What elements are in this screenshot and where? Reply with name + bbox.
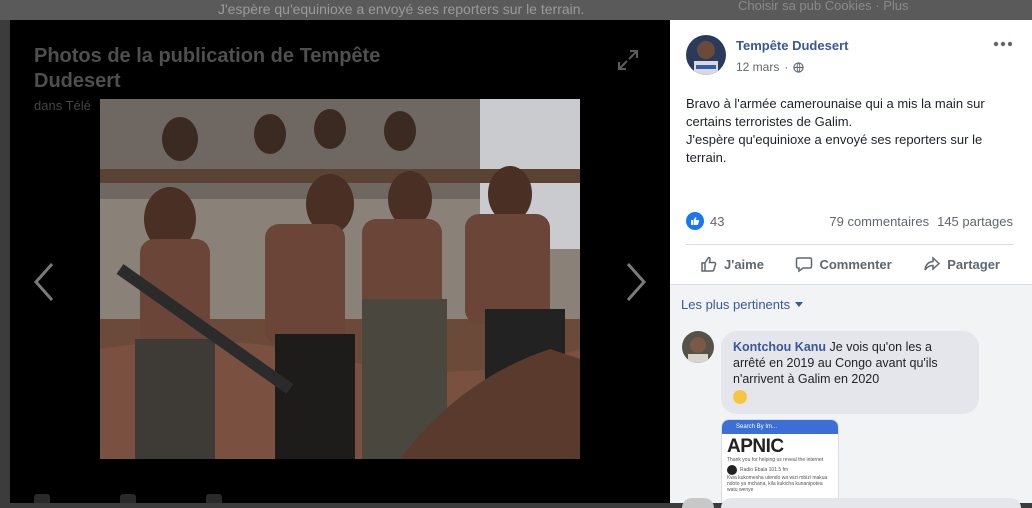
viewer-bottom-controls (34, 494, 334, 503)
attachment-line: Radio Ebala 101.5 fm (740, 467, 789, 473)
expand-arrows-icon[interactable] (616, 48, 640, 72)
background-footer-links: Choisir sa pub Cookies · Plus (738, 0, 909, 13)
comments-count[interactable]: 79 commentaires (829, 214, 929, 229)
viewer-title: Photos de la publication de Tempête Dude… (34, 45, 381, 92)
viewer-bottom-control[interactable] (206, 494, 222, 503)
like-reaction-icon (686, 212, 704, 230)
post-photo (100, 99, 580, 459)
post-text-line: J'espère qu'equinioxe a envoyé ses repor… (686, 132, 983, 165)
next-comment-avatar (682, 498, 714, 508)
comment-bubble: Kontchou Kanu Je vois qu'on les a arrêté… (721, 331, 979, 414)
post-actions: J'aime Commenter Partager (686, 246, 1014, 282)
reactions-summary[interactable]: 43 (686, 212, 724, 230)
commenter-name[interactable]: Kontchou Kanu (733, 340, 826, 354)
thumbs-up-icon (701, 256, 717, 272)
comments-section: Les plus pertinents Kontchou Kanu Je voi… (670, 285, 1032, 508)
laughing-emoji-icon (733, 390, 747, 404)
attachment-body: APNIC Thank you for helping us reveal th… (722, 434, 838, 496)
post-side-panel: Tempête Dudesert 12 mars · Bravo à l'arm… (670, 20, 1032, 508)
comment-bubble-icon (796, 257, 813, 273)
post-counts: 79 commentaires 145 partages (829, 214, 1013, 229)
attachment-brand: APNIC (727, 436, 784, 457)
comment-button[interactable]: Commenter (781, 246, 905, 282)
post-author-name[interactable]: Tempête Dudesert (736, 38, 848, 53)
attachment-toolbar: Search By Im... (722, 420, 838, 434)
attachment-avatar-icon (727, 465, 737, 475)
divider (686, 244, 1014, 245)
next-comment-bubble (721, 498, 1021, 508)
chevron-left-icon[interactable] (30, 260, 60, 304)
shares-count[interactable]: 145 partages (937, 214, 1013, 229)
comment-sort-label: Les plus pertinents (681, 297, 791, 312)
comment-label: Commenter (819, 256, 892, 272)
comment-attachment-image[interactable]: Search By Im... APNIC Thank you for help… (721, 419, 839, 503)
globe-icon (793, 61, 805, 73)
like-button[interactable]: J'aime (686, 246, 778, 282)
ellipsis-icon[interactable] (992, 36, 1014, 52)
viewer-subtitle: dans Télé (34, 98, 91, 113)
caret-down-icon (795, 301, 804, 307)
attachment-bar-text: Search By Im... (736, 424, 778, 430)
share-label: Partager (947, 256, 1000, 272)
commenter-avatar[interactable] (682, 331, 714, 363)
share-arrow-icon (924, 256, 941, 271)
photo-viewer: Photos de la publication de Tempête Dude… (10, 20, 670, 503)
attachment-row: Radio Ebala 101.5 fm (727, 465, 833, 475)
background-page-strip: J'espère qu'equinioxe a envoyé ses repor… (0, 0, 1032, 20)
attachment-line: Kwa kukomesha utendo wa wizi mbizi makua… (727, 475, 828, 493)
comment-sort-dropdown[interactable]: Les plus pertinents (681, 297, 804, 312)
share-button[interactable]: Partager (909, 246, 1014, 282)
attachment-line: Thank you for helping us reveal the inte… (727, 457, 824, 463)
viewer-bottom-control[interactable] (120, 494, 136, 503)
meta-separator: · (784, 60, 789, 74)
chevron-right-icon[interactable] (620, 260, 650, 304)
reactions-count: 43 (710, 213, 725, 229)
post-text-line: Bravo à l'armée camerounaise qui a mis l… (686, 96, 985, 129)
post-meta: 12 mars · (736, 60, 805, 74)
post-text: Bravo à l'armée camerounaise qui a mis l… (686, 95, 1016, 167)
background-post-text: J'espère qu'equinioxe a envoyé ses repor… (218, 1, 585, 17)
like-label: J'aime (724, 256, 764, 272)
viewer-bottom-control[interactable] (34, 494, 50, 503)
author-avatar[interactable] (686, 35, 726, 75)
post-time[interactable]: 12 mars (736, 60, 779, 74)
